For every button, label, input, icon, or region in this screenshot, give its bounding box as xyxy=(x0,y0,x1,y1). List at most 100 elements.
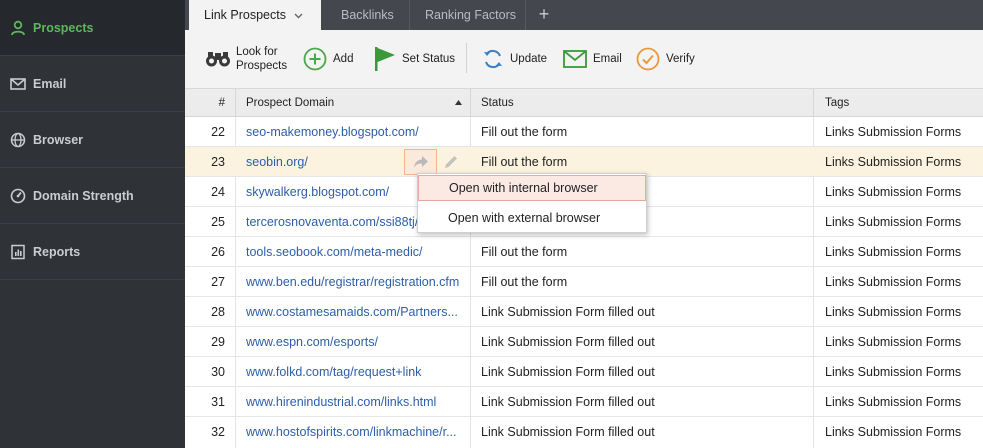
row-tags: Links Submission Forms xyxy=(825,245,962,259)
table-row[interactable]: 28 www.costamesamaids.com/Partners... Li… xyxy=(185,297,983,327)
sort-ascending-icon xyxy=(455,100,462,105)
prospects-table: # Prospect Domain Status Tags 22 seo-mak… xyxy=(185,89,983,448)
pencil-icon[interactable] xyxy=(441,152,461,172)
prospect-domain-link[interactable]: tools.seobook.com/meta-medic/ xyxy=(236,237,470,267)
tab-backlinks[interactable]: Backlinks xyxy=(341,0,394,30)
prospect-domain-link[interactable]: www.espn.com/esports/ xyxy=(236,327,470,357)
sidebar-item-label: Browser xyxy=(33,132,84,147)
column-header-tags[interactable]: Tags xyxy=(814,89,983,117)
prospect-domain-link[interactable]: www.hostofspirits.com/linkmachine/r... xyxy=(236,417,470,447)
row-status: Link Submission Form filled out xyxy=(481,335,655,349)
row-tags: Links Submission Forms xyxy=(825,335,962,349)
row-status: Fill out the form xyxy=(481,245,568,259)
column-header-domain[interactable]: Prospect Domain xyxy=(236,89,471,117)
gauge-icon xyxy=(9,187,27,205)
look-for-prospects-label: Look for Prospects xyxy=(236,45,287,73)
row-tags: Links Submission Forms xyxy=(825,425,962,439)
table-row[interactable]: 31 www.hirenindustrial.com/links.html Li… xyxy=(185,387,983,417)
envelope-icon xyxy=(9,75,27,93)
person-icon xyxy=(9,19,27,37)
row-status: Fill out the form xyxy=(481,275,568,289)
verify-button[interactable]: Verify xyxy=(636,30,695,88)
toolbar-divider xyxy=(466,43,467,73)
column-header-num[interactable]: # xyxy=(185,89,236,117)
globe-icon xyxy=(9,131,27,149)
row-number: 32 xyxy=(211,425,225,439)
table-row[interactable]: 32 www.hostofspirits.com/linkmachine/r..… xyxy=(185,417,983,447)
sidebar-item-label: Reports xyxy=(33,244,81,259)
sidebar-item-prospects[interactable]: Prospects xyxy=(0,0,185,56)
tab-ranking-factors[interactable]: Ranking Factors xyxy=(425,0,516,30)
update-label: Update xyxy=(510,53,548,65)
tab-bar: Link Prospects Backlinks Ranking Factors… xyxy=(185,0,983,30)
row-tags: Links Submission Forms xyxy=(825,125,962,139)
sidebar-item-browser[interactable]: Browser xyxy=(0,112,185,168)
prospect-domain-link[interactable]: www.folkd.com/tag/request+link xyxy=(236,357,470,387)
look-for-line1: Look for xyxy=(236,46,278,58)
check-circle-icon xyxy=(636,47,660,71)
row-tags: Links Submission Forms xyxy=(825,215,962,229)
table-header: # Prospect Domain Status Tags xyxy=(185,89,983,117)
row-tags: Links Submission Forms xyxy=(825,185,962,199)
row-tags: Links Submission Forms xyxy=(825,275,962,289)
prospect-domain-link[interactable]: www.ben.edu/registrar/registration.cfm xyxy=(236,267,470,297)
row-number: 22 xyxy=(211,125,225,139)
sidebar-item-reports[interactable]: Reports xyxy=(0,224,185,280)
row-number: 31 xyxy=(211,395,225,409)
row-status: Link Submission Form filled out xyxy=(481,395,655,409)
row-status: Link Submission Form filled out xyxy=(481,305,655,319)
sidebar-item-email[interactable]: Email xyxy=(0,56,185,112)
table-row[interactable]: 27 www.ben.edu/registrar/registration.cf… xyxy=(185,267,983,297)
row-number: 26 xyxy=(211,245,225,259)
table-row[interactable]: 30 www.folkd.com/tag/request+link Link S… xyxy=(185,357,983,387)
plus-circle-icon xyxy=(303,47,327,71)
table-row[interactable]: 26 tools.seobook.com/meta-medic/ Fill ou… xyxy=(185,237,983,267)
row-status: Link Submission Form filled out xyxy=(481,425,655,439)
row-number: 30 xyxy=(211,365,225,379)
row-number: 27 xyxy=(211,275,225,289)
menu-item-open-internal-browser[interactable]: Open with internal browser xyxy=(418,175,646,201)
binoculars-icon xyxy=(205,50,231,68)
refresh-icon xyxy=(482,48,504,70)
row-number: 23 xyxy=(211,155,225,169)
table-row[interactable]: 29 www.espn.com/esports/ Link Submission… xyxy=(185,327,983,357)
prospect-domain-link[interactable]: www.hirenindustrial.com/links.html xyxy=(236,387,470,417)
sidebar-item-domain-strength[interactable]: Domain Strength xyxy=(0,168,185,224)
update-button[interactable]: Update xyxy=(482,30,547,88)
tab-label: Backlinks xyxy=(341,8,394,22)
sidebar-item-label: Prospects xyxy=(33,20,94,35)
add-button[interactable]: Add xyxy=(303,30,353,88)
sidebar-item-label: Domain Strength xyxy=(33,188,134,203)
row-number: 28 xyxy=(211,305,225,319)
report-icon xyxy=(9,243,27,261)
chevron-down-icon[interactable] xyxy=(294,11,303,20)
tab-link-prospects[interactable]: Link Prospects xyxy=(189,0,321,30)
row-tags: Links Submission Forms xyxy=(825,395,962,409)
toolbar: Look for Prospects Add Set Status Update… xyxy=(185,30,983,89)
table-row[interactable]: 22 seo-makemoney.blogspot.com/ Fill out … xyxy=(185,117,983,147)
verify-label: Verify xyxy=(666,53,695,65)
tab-divider xyxy=(409,0,410,30)
look-for-prospects-button[interactable]: Look for Prospects xyxy=(205,30,287,88)
sidebar: Prospects Email Browser Domain Strength … xyxy=(0,0,185,448)
sidebar-item-label: Email xyxy=(33,76,67,91)
add-tab-icon[interactable]: + xyxy=(535,4,553,24)
row-number: 29 xyxy=(211,335,225,349)
prospect-domain-link[interactable]: www.costamesamaids.com/Partners... xyxy=(236,297,470,327)
set-status-button[interactable]: Set Status xyxy=(373,30,455,88)
email-button[interactable]: Email xyxy=(563,30,622,88)
row-tags: Links Submission Forms xyxy=(825,365,962,379)
open-in-browser-button[interactable] xyxy=(404,149,437,175)
menu-item-open-external-browser[interactable]: Open with external browser xyxy=(418,205,646,231)
look-for-line2: Prospects xyxy=(236,60,288,72)
column-header-status[interactable]: Status xyxy=(471,89,814,117)
add-label: Add xyxy=(333,53,354,65)
row-tags: Links Submission Forms xyxy=(825,155,962,169)
column-header-domain-label: Prospect Domain xyxy=(246,97,335,109)
tab-divider xyxy=(525,0,526,30)
row-number: 25 xyxy=(211,215,225,229)
context-menu: Open with internal browser Open with ext… xyxy=(417,173,647,233)
row-status: Fill out the form xyxy=(481,125,568,139)
row-number: 24 xyxy=(211,185,225,199)
prospect-domain-link[interactable]: seo-makemoney.blogspot.com/ xyxy=(236,117,470,147)
